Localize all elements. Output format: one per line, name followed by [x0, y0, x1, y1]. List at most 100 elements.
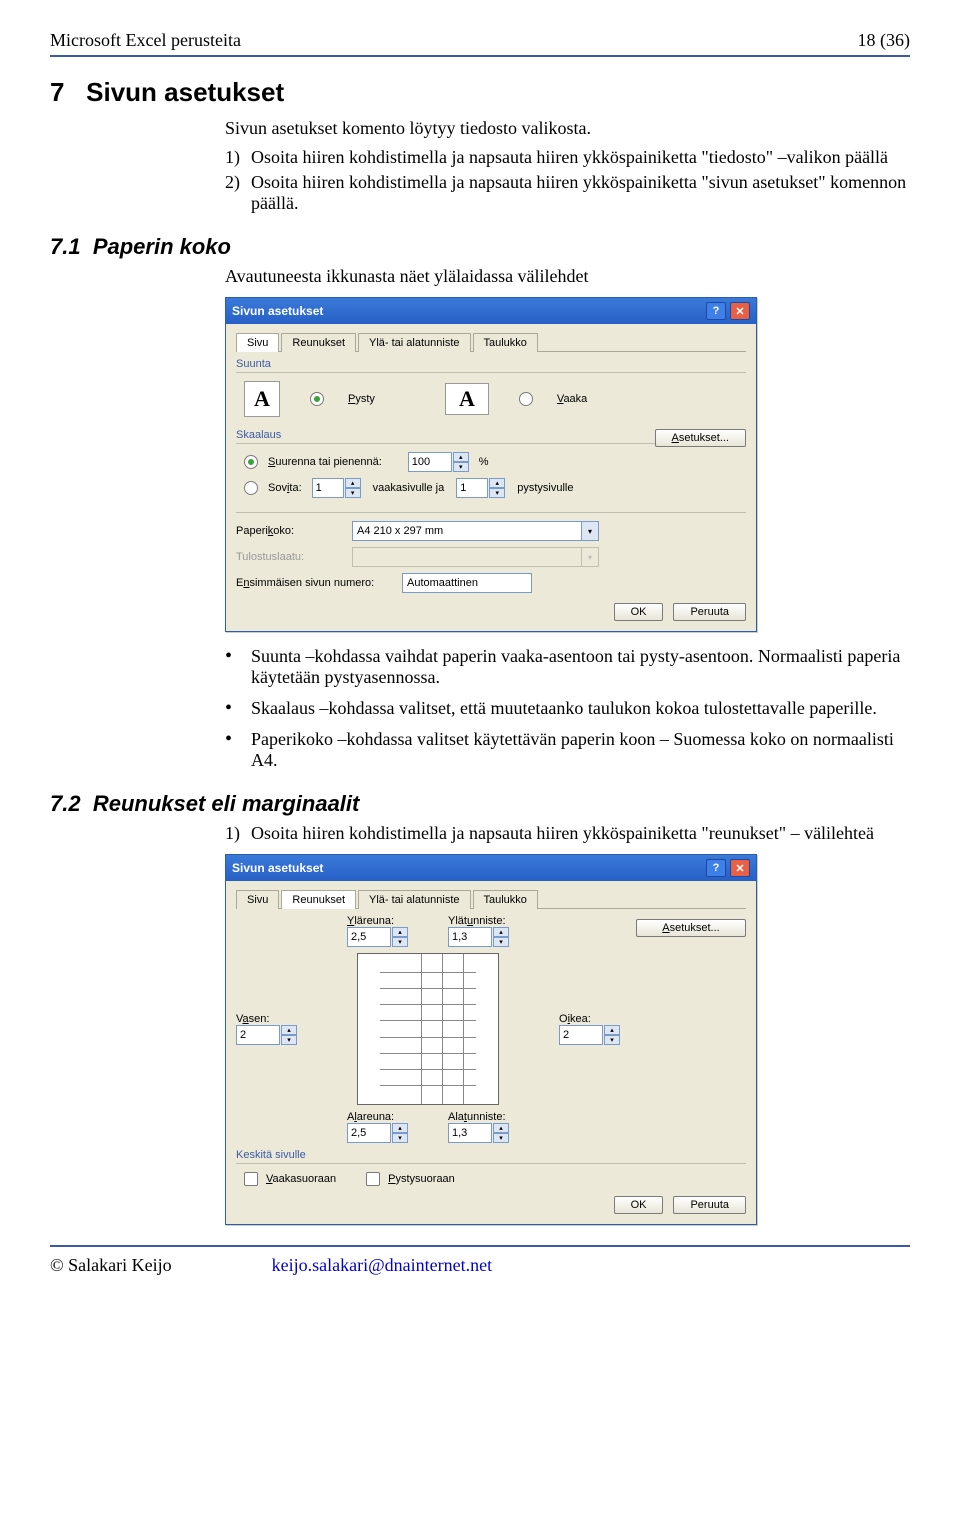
chevron-down-icon[interactable]: ▾ [345, 488, 361, 498]
dialog-titlebar: Sivun asetukset ? ✕ [226, 298, 756, 324]
heading-72: 7.2 Reunukset eli marginaalit [50, 791, 910, 817]
chevron-down-icon[interactable]: ▾ [281, 1035, 297, 1045]
ensnum-input[interactable] [402, 573, 532, 593]
ylareuna-input[interactable] [347, 927, 391, 947]
ylareuna-spinner[interactable]: ▴▾ [347, 927, 408, 947]
heading-72-title: Reunukset eli marginaalit [93, 791, 360, 816]
oikea-input[interactable] [559, 1025, 603, 1045]
help-button[interactable]: ? [706, 859, 726, 877]
doc-footer: © Salakari Keijo keijo.salakari@dnainter… [50, 1255, 910, 1276]
ylareuna-label: Yläreuna: [347, 915, 408, 927]
peruuta-button-2[interactable]: Peruuta [673, 1196, 746, 1214]
label-vaaka: Vaaka [557, 393, 587, 405]
oikea-spinner[interactable]: ▴▾ [559, 1025, 620, 1045]
paperikoko-label: Paperikoko: [236, 525, 336, 537]
chevron-down-icon[interactable]: ▾ [489, 488, 505, 498]
fit-h-spinner[interactable]: ▴▾ [456, 478, 505, 498]
scale-percent-input[interactable] [408, 452, 452, 472]
chevron-down-icon[interactable]: ▾ [392, 937, 408, 947]
tab-reunukset[interactable]: Reunukset [281, 333, 356, 352]
close-button[interactable]: ✕ [730, 859, 750, 877]
paperikoko-dropdown[interactable]: ▾ [352, 521, 599, 541]
peruuta-button[interactable]: Peruuta [673, 603, 746, 621]
asetukset-button[interactable]: Asetukset... [655, 429, 746, 447]
dialog2-titlebar: Sivun asetukset ? ✕ [226, 855, 756, 881]
ylatunniste-input[interactable] [448, 927, 492, 947]
chevron-up-icon[interactable]: ▴ [345, 478, 361, 488]
ok-button[interactable]: OK [614, 603, 664, 621]
ylatunniste-label: Ylätunniste: [448, 915, 509, 927]
bullet-paperikoko: Paperikoko –kohdassa valitset käytettävä… [225, 729, 910, 771]
dialog2-title: Sivun asetukset [232, 861, 323, 875]
tab-taulukko[interactable]: Taulukko [473, 333, 538, 352]
page-setup-dialog-margins: Sivun asetukset ? ✕ Sivu Reunukset Ylä- … [225, 854, 757, 1225]
fit-mid: vaakasivulle ja [373, 482, 445, 494]
scale-percent-spinner[interactable]: ▴▾ [408, 452, 469, 472]
label-sovita: Sovita: [268, 482, 302, 494]
fit-w-spinner[interactable]: ▴▾ [312, 478, 361, 498]
chevron-up-icon[interactable]: ▴ [489, 478, 505, 488]
tab-reunukset-2[interactable]: Reunukset [281, 890, 356, 909]
step-7-1: Osoita hiiren kohdistimella ja napsauta … [225, 147, 910, 168]
radio-pysty[interactable] [310, 392, 324, 406]
label-pysty: Pysty [348, 393, 375, 405]
percent-unit: % [479, 456, 489, 468]
chevron-down-icon[interactable]: ▾ [392, 1133, 408, 1143]
radio-suurenna[interactable] [244, 455, 258, 469]
tab-sivu-2[interactable]: Sivu [236, 890, 279, 909]
intro-text: Sivun asetukset komento löytyy tiedosto … [225, 118, 910, 139]
fit-w-input[interactable] [312, 478, 344, 498]
chevron-up-icon[interactable]: ▴ [493, 1123, 509, 1133]
p71-block: Avautuneesta ikkunasta näet ylälaidassa … [225, 266, 910, 287]
step-72-1: Osoita hiiren kohdistimella ja napsauta … [225, 823, 910, 844]
footer-author: © Salakari Keijo [50, 1255, 172, 1276]
checkbox-pystysuoraan[interactable] [366, 1172, 380, 1186]
heading-7-num: 7 [50, 77, 64, 107]
alatunniste-label: Alatunniste: [448, 1111, 509, 1123]
heading-71-title: Paperin koko [93, 234, 231, 259]
landscape-icon: A [445, 383, 489, 415]
chevron-down-icon: ▾ [582, 547, 599, 567]
chevron-up-icon[interactable]: ▴ [493, 927, 509, 937]
alareuna-input[interactable] [347, 1123, 391, 1143]
chevron-down-icon[interactable]: ▾ [493, 1133, 509, 1143]
ok-button-2[interactable]: OK [614, 1196, 664, 1214]
dialog-tabs: Sivu Reunukset Ylä- tai alatunniste Taul… [236, 332, 746, 352]
tab-yla-alatunniste[interactable]: Ylä- tai alatunniste [358, 333, 471, 352]
ensnum-label: Ensimmäisen sivun numero: [236, 577, 386, 589]
chevron-up-icon[interactable]: ▴ [392, 1123, 408, 1133]
ylatunniste-spinner[interactable]: ▴▾ [448, 927, 509, 947]
help-button[interactable]: ? [706, 302, 726, 320]
chevron-up-icon[interactable]: ▴ [392, 927, 408, 937]
checkbox-vaakasuoraan[interactable] [244, 1172, 258, 1186]
vasen-input[interactable] [236, 1025, 280, 1045]
alatunniste-input[interactable] [448, 1123, 492, 1143]
alareuna-spinner[interactable]: ▴▾ [347, 1123, 408, 1143]
chevron-up-icon[interactable]: ▴ [604, 1025, 620, 1035]
chevron-up-icon[interactable]: ▴ [453, 452, 469, 462]
oikea-label: Oikea: [559, 1013, 620, 1025]
bullets-71: Suunta –kohdassa vaihdat paperin vaaka-a… [225, 646, 910, 771]
chevron-up-icon[interactable]: ▴ [281, 1025, 297, 1035]
tab-yla-alatunniste-2[interactable]: Ylä- tai alatunniste [358, 890, 471, 909]
vasen-spinner[interactable]: ▴▾ [236, 1025, 297, 1045]
chevron-down-icon[interactable]: ▾ [582, 521, 599, 541]
close-button[interactable]: ✕ [730, 302, 750, 320]
radio-sovita[interactable] [244, 481, 258, 495]
paperikoko-value[interactable] [352, 521, 582, 541]
doc-header: Microsoft Excel perusteita 18 (36) [50, 30, 910, 51]
chevron-down-icon[interactable]: ▾ [604, 1035, 620, 1045]
keskita-label: Keskitä sivulle [236, 1149, 746, 1161]
heading-72-num: 7.2 [50, 791, 81, 816]
chevron-down-icon[interactable]: ▾ [493, 937, 509, 947]
tab-sivu[interactable]: Sivu [236, 333, 279, 352]
steps-72: Osoita hiiren kohdistimella ja napsauta … [225, 823, 910, 844]
fit-h-input[interactable] [456, 478, 488, 498]
radio-vaaka[interactable] [519, 392, 533, 406]
skaalaus-label: Skaalaus [236, 429, 655, 441]
chevron-down-icon[interactable]: ▾ [453, 462, 469, 472]
asetukset-button-2[interactable]: Asetukset... [636, 919, 746, 937]
alatunniste-spinner[interactable]: ▴▾ [448, 1123, 509, 1143]
suunta-label: Suunta [236, 358, 746, 370]
tab-taulukko-2[interactable]: Taulukko [473, 890, 538, 909]
